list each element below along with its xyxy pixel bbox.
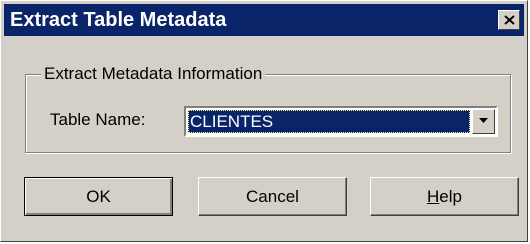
cancel-button-label: Cancel — [246, 187, 299, 206]
title-bar[interactable]: Extract Table Metadata — [4, 4, 524, 36]
dropdown-arrow-button[interactable] — [472, 109, 495, 134]
cancel-button[interactable]: Cancel — [198, 177, 347, 216]
close-button[interactable] — [498, 10, 520, 30]
ok-button-label: OK — [86, 187, 111, 206]
table-name-dropdown[interactable]: CLIENTES — [184, 106, 498, 137]
help-button-mnemonic: H — [427, 187, 440, 206]
table-name-selected-value[interactable]: CLIENTES — [188, 110, 470, 133]
ok-button[interactable]: OK — [24, 177, 173, 216]
extract-table-metadata-dialog: Extract Table Metadata Extract Metadata … — [0, 0, 528, 242]
window-title: Extract Table Metadata — [10, 9, 227, 31]
chevron-down-icon — [479, 118, 488, 123]
help-button-label: elp — [439, 187, 462, 206]
groupbox-legend: Extract Metadata Information — [41, 62, 266, 86]
help-button[interactable]: Help — [370, 177, 519, 216]
close-icon — [504, 15, 515, 25]
table-name-label: Table Name: — [50, 110, 146, 129]
